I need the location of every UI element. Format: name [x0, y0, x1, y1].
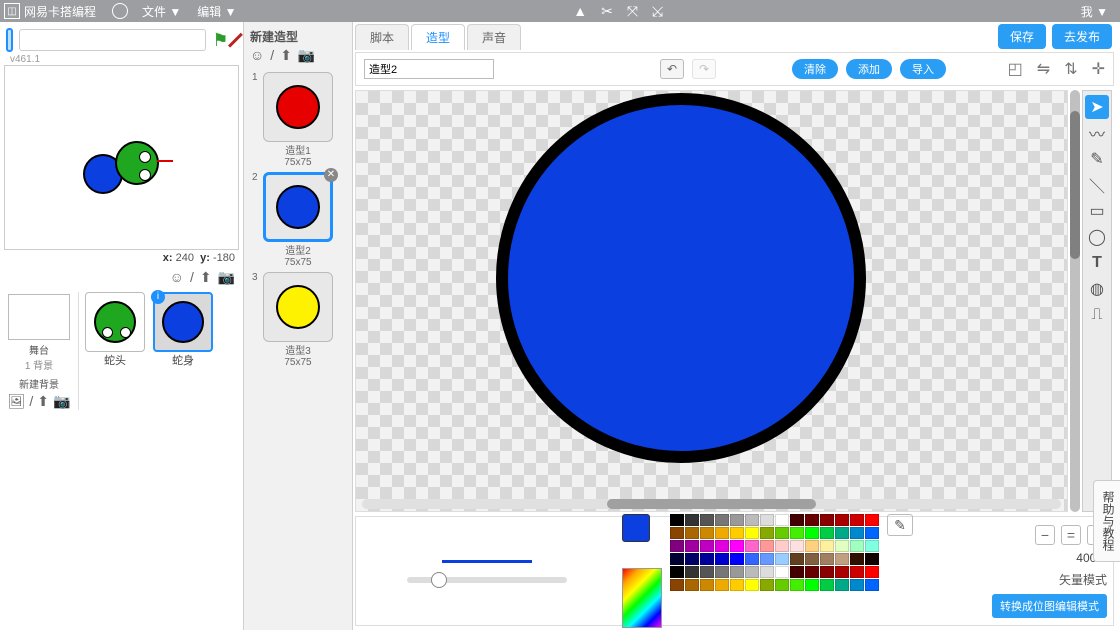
select-tool-icon[interactable]: ➤	[1085, 95, 1109, 119]
costume-paint-icon[interactable]: /	[270, 47, 274, 64]
flip-v-icon[interactable]: ⇅	[1064, 59, 1077, 79]
stamp-icon[interactable]: ▲	[573, 3, 587, 20]
h-scrollbar[interactable]	[362, 499, 1061, 509]
fill-color-swatch[interactable]	[622, 514, 650, 542]
sprite-toolbar: ☺ / ⬆ 📷	[0, 266, 243, 288]
cut-icon[interactable]: ✂	[601, 3, 613, 20]
stroke-width-slider[interactable]	[407, 577, 567, 583]
color-spectrum[interactable]	[622, 568, 662, 628]
close-icon[interactable]: ✕	[324, 168, 338, 182]
project-title-input[interactable]	[19, 29, 206, 51]
reshape-tool-icon[interactable]: 〰	[1085, 121, 1109, 145]
add-button[interactable]: 添加	[846, 59, 892, 79]
v-scrollbar[interactable]	[1070, 90, 1080, 512]
save-button[interactable]: 保存	[998, 24, 1046, 49]
costume-camera-icon[interactable]: 📷	[298, 47, 315, 64]
clear-button[interactable]: 清除	[792, 59, 838, 79]
redo-button[interactable]: ↷	[692, 59, 716, 79]
logo-icon: ◫	[4, 3, 20, 19]
library-icon[interactable]: ☺	[170, 269, 184, 285]
grow-icon[interactable]: ⤧	[627, 3, 638, 20]
canvas-shape-circle[interactable]	[496, 93, 866, 463]
left-panel: ⚑ v461.1 x: 240 y: -180 ☺ / ⬆ 📷 舞台 1 背景 …	[0, 22, 243, 630]
mode-label: 矢量模式	[1059, 571, 1107, 588]
color-palette[interactable]	[670, 514, 879, 591]
line-tool-icon[interactable]: ＼	[1085, 173, 1109, 197]
costume-name-input[interactable]	[364, 59, 494, 79]
convert-mode-button[interactable]: 转换成位图编辑模式	[992, 594, 1107, 618]
tab-scripts[interactable]: 脚本	[355, 24, 409, 50]
green-flag-icon[interactable]: ⚑	[212, 30, 228, 50]
costume-item-2[interactable]: 2 ✕ 造型2 75x75	[252, 172, 344, 268]
bg-camera-icon[interactable]: 📷	[53, 393, 70, 410]
stage-view[interactable]	[4, 65, 239, 250]
version-label: v461.1	[0, 54, 243, 65]
center-tool-icons: ▲ ✂ ⤧ ⤩	[453, 3, 663, 20]
stroke-preview	[442, 560, 532, 563]
bg-paint-icon[interactable]: /	[29, 393, 33, 410]
text-tool-icon[interactable]: T	[1085, 251, 1109, 275]
fill-tool-icon[interactable]: ◍	[1085, 277, 1109, 301]
sprite-item-head[interactable]: 蛇头	[83, 292, 147, 410]
undo-button[interactable]: ↶	[660, 59, 684, 79]
help-tab[interactable]: 帮助与教程	[1093, 480, 1120, 562]
center-icon[interactable]: ✛	[1092, 59, 1105, 79]
shrink-icon[interactable]: ⤩	[652, 3, 663, 20]
sprite-list: 蛇头 i 蛇身	[78, 292, 239, 410]
camera-icon[interactable]: 📷	[218, 269, 235, 286]
costume-heading: 新建造型	[244, 22, 352, 47]
paint-icon[interactable]: /	[190, 269, 194, 285]
sprite-item-body[interactable]: i 蛇身	[151, 292, 215, 410]
bottom-panel: ✎ − = + 400% 矢量模式 转换成位图编辑模式	[355, 516, 1114, 626]
rect-tool-icon[interactable]: ▭	[1085, 199, 1109, 223]
costume-item-3[interactable]: 3 造型3 75x75	[252, 272, 344, 368]
bg-upload-icon[interactable]: ⬆	[37, 393, 49, 410]
tool-palette: ➤ 〰 ✎ ＼ ▭ ◯ T ◍ ⎍	[1082, 90, 1112, 512]
globe-icon[interactable]	[112, 3, 128, 19]
costume-list-panel: 新建造型 ☺ / ⬆ 📷 1 造型1 75x75 2 ✕ 造型2 75x75 3…	[243, 22, 353, 630]
menu-edit[interactable]: 编辑 ▼	[197, 3, 236, 20]
stage-coords: x: 240 y: -180	[0, 250, 243, 266]
costume-upload-icon[interactable]: ⬆	[280, 47, 292, 64]
tab-sounds[interactable]: 声音	[467, 24, 521, 50]
upload-icon[interactable]: ⬆	[200, 269, 212, 286]
sprite-label: 蛇头	[83, 352, 147, 368]
info-badge-icon[interactable]: i	[151, 290, 165, 304]
paint-canvas[interactable]	[355, 90, 1068, 512]
flip-h-icon[interactable]: ⇋	[1037, 59, 1050, 79]
menu-me[interactable]: 我 ▼	[1081, 3, 1108, 20]
stage-thumb[interactable]: 舞台 1 背景 新建背景 🖼 / ⬆ 📷	[4, 292, 74, 410]
new-backdrop-label: 新建背景	[4, 376, 74, 391]
tab-costumes[interactable]: 造型	[411, 24, 465, 50]
editor-panel: 脚本 造型 声音 保存 去发布 ↶ ↷ 清除 添加 导入 ◰ ⇋ ⇅ ✛	[353, 22, 1120, 630]
stage-sprite-head	[115, 141, 159, 185]
stage-resize-button[interactable]	[6, 28, 13, 52]
sprite-label: 蛇身	[151, 352, 215, 368]
menubar: ◫ 网易卡搭编程 文件 ▼ 编辑 ▼ ▲ ✂ ⤧ ⤩ 我 ▼	[0, 0, 1120, 22]
import-button[interactable]: 导入	[900, 59, 946, 79]
stop-icon[interactable]	[228, 33, 243, 48]
zoom-reset-button[interactable]: =	[1061, 525, 1081, 545]
bg-library-icon[interactable]: 🖼	[8, 393, 26, 410]
ellipse-tool-icon[interactable]: ◯	[1085, 225, 1109, 249]
publish-button[interactable]: 去发布	[1052, 24, 1112, 49]
crop-icon[interactable]: ◰	[1008, 59, 1023, 79]
costume-item-1[interactable]: 1 造型1 75x75	[252, 72, 344, 168]
pen-tool-icon[interactable]: ✎	[1085, 147, 1109, 171]
brand: 网易卡搭编程	[24, 3, 96, 20]
zoom-out-button[interactable]: −	[1035, 525, 1055, 545]
stage-sprite-tongue	[157, 160, 173, 162]
eyedropper-icon[interactable]: ✎	[887, 514, 913, 536]
costume-library-icon[interactable]: ☺	[250, 47, 264, 64]
editor-toolbar: ↶ ↷ 清除 添加 导入 ◰ ⇋ ⇅ ✛	[355, 52, 1114, 86]
menu-file[interactable]: 文件 ▼	[142, 3, 181, 20]
stamp-tool-icon[interactable]: ⎍	[1085, 303, 1109, 327]
